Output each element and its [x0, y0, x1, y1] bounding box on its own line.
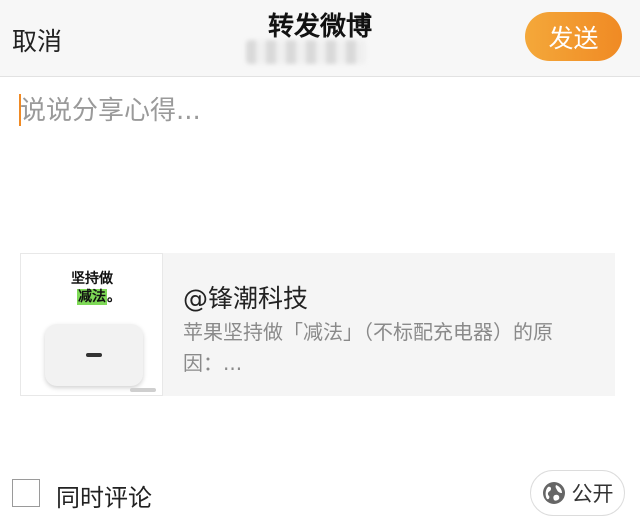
globe-icon: [542, 482, 565, 504]
post-excerpt: 苹果坚持做「减法」（不标配充电器）的原因：...: [183, 320, 553, 375]
thumbnail-text-line2: 减法。: [77, 286, 121, 306]
thumbnail-text-line1: 坚持做: [71, 271, 113, 287]
post-author: @锋潮科技: [183, 284, 309, 313]
post-thumbnail: 坚持做 减法。: [20, 253, 163, 396]
send-button[interactable]: 发送: [525, 12, 622, 61]
thumbnail-text-suffix: 。: [107, 289, 121, 305]
comment-checkbox[interactable]: [12, 479, 40, 507]
blurred-username: [246, 40, 366, 64]
usb-c-port: [86, 353, 102, 357]
visibility-button[interactable]: 公开: [530, 470, 625, 516]
charger-image: [45, 324, 143, 386]
visibility-label: 公开: [571, 482, 614, 506]
compose-input[interactable]: [18, 88, 622, 232]
top-bar: 取消 转发微博 发送: [0, 0, 640, 77]
thumbnail-watermark: [130, 388, 156, 392]
shared-post-card[interactable]: 坚持做 减法。 @锋潮科技 苹果坚持做「减法」（不标配充电器）的原因：...: [20, 253, 615, 396]
thumbnail-highlight: 减法: [77, 289, 107, 305]
comment-checkbox-label[interactable]: 同时评论: [56, 478, 152, 513]
